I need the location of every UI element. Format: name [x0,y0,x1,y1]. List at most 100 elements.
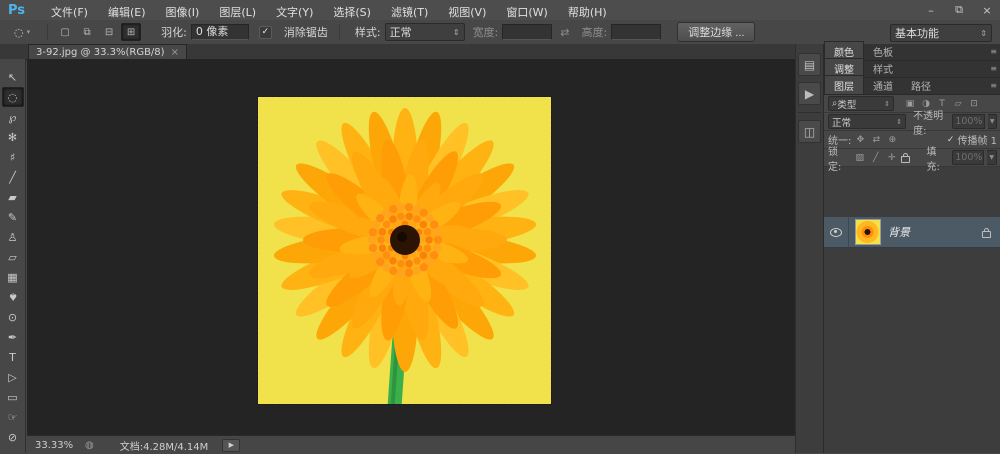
blur-tool[interactable]: ♠ [2,287,24,307]
rectangle-tool[interactable]: ▭ [2,387,24,407]
pen-tool[interactable]: ✒ [2,327,24,347]
menu-items: 文件(F)编辑(E)图像(I)图层(L)文字(Y)选择(S)滤镜(T)视图(V)… [41,1,617,20]
elliptical-marquee-icon: ◌ [14,26,24,39]
zoom-level-field[interactable]: 33.33% [35,440,85,451]
lock-icon-2[interactable]: ✛ [886,153,898,163]
refine-edge-button[interactable]: 调整边缘 ... [677,22,755,42]
workspace-value: 基本功能 [895,25,939,41]
chevron-down-icon[interactable]: ▼ [987,150,997,165]
intersect-selection-button[interactable]: ⊞ [121,23,141,41]
menu-item-6[interactable]: 滤镜(T) [381,6,438,19]
brush-tool[interactable]: ✎ [2,207,24,227]
tab-paths[interactable]: 路径 [902,76,940,94]
tab-swatches[interactable]: 色板 [864,42,902,60]
unify-icon-2[interactable]: ⊕ [886,135,898,145]
opacity-input[interactable]: 100% [952,114,985,129]
filter-icon-4[interactable]: ⊡ [967,99,981,109]
panel-menu-icon[interactable]: ≡ [990,64,997,73]
subtract-from-selection-button[interactable]: ⊟ [99,23,119,41]
tool-preset-picker[interactable]: ◌ ▾ [14,26,30,39]
propagate-frame-checkbox[interactable]: ✓ 传播帧 1 [947,132,997,147]
layers-panel-tabs: 图层 通道 路径 ≡ [824,78,1000,95]
path-selection-tool[interactable]: ▷ [2,367,24,387]
blend-mode-select[interactable]: 正常 ⇕ [828,114,906,129]
history-panel-icon[interactable]: ▤ [798,53,821,76]
gradient-tool[interactable]: ▦ [2,267,24,287]
layer-filter-select[interactable]: ⌕ 类型 ⇕ [828,96,894,111]
divider [339,24,340,40]
width-input[interactable] [502,24,552,40]
height-label: 高度: [582,24,608,40]
tab-close-icon[interactable]: × [171,47,179,58]
close-button[interactable]: × [980,4,994,17]
menu-bar: Ps 文件(F)编辑(E)图像(I)图层(L)文字(Y)选择(S)滤镜(T)视图… [0,0,1000,21]
workspace-select[interactable]: 基本功能 ⇕ [890,24,992,42]
eyedropper-tool[interactable]: ╱ [2,167,24,187]
actions-panel-icon[interactable]: ▶ [798,82,821,105]
tab-channels[interactable]: 通道 [864,76,902,94]
lock-all-icon[interactable] [901,156,910,163]
menu-item-1[interactable]: 编辑(E) [98,6,156,19]
layers-filter-row: ⌕ 类型 ⇕ ▣◑T▱⊡ [824,95,1000,113]
divider [47,24,48,40]
menu-item-7[interactable]: 视图(V) [438,6,496,19]
minimize-button[interactable]: – [924,4,938,17]
panel-menu-icon[interactable]: ≡ [990,47,997,56]
clone-stamp-tool[interactable]: ♙ [2,227,24,247]
zoom-tool[interactable]: ⊘ [2,427,24,447]
menu-item-3[interactable]: 图层(L) [209,6,266,19]
unify-icon-0[interactable]: ✥ [854,135,866,145]
menu-item-0[interactable]: 文件(F) [41,6,98,19]
chevron-down-icon[interactable]: ▼ [988,114,997,129]
swap-dimensions-icon[interactable]: ⇄ [560,26,569,39]
style-select[interactable]: 正常 ⇕ [385,23,465,41]
document-tab[interactable]: 3-92.jpg @ 33.3%(RGB/8) × [28,44,187,59]
menu-item-8[interactable]: 窗口(W) [496,6,557,19]
lock-icon-0[interactable]: ▨ [854,153,866,163]
canvas-pasteboard[interactable] [27,59,795,435]
magic-wand-tool[interactable]: ✻ [2,127,24,147]
tab-styles[interactable]: 样式 [864,59,902,77]
add-to-selection-button[interactable]: ⧉ [77,23,97,41]
feather-label: 羽化: [161,24,187,40]
menu-item-5[interactable]: 选择(S) [323,6,381,19]
filter-icon-3[interactable]: ▱ [951,99,965,109]
antialias-checkbox[interactable]: ✓ [259,26,272,39]
menu-item-9[interactable]: 帮助(H) [558,6,617,19]
document-canvas[interactable] [258,97,551,404]
properties-panel-icon[interactable]: ◫ [798,120,821,143]
panel-menu-icon[interactable]: ≡ [990,81,997,90]
visibility-cell[interactable] [824,217,849,247]
crop-tool[interactable]: ♯ [2,147,24,167]
menu-item-2[interactable]: 图像(I) [156,6,210,19]
type-tool[interactable]: T [2,347,24,367]
restore-button[interactable]: ⧉ [952,3,966,17]
eraser-tool[interactable]: ▱ [2,247,24,267]
filter-type-label: 类型 [837,97,856,111]
fill-input[interactable]: 100% [952,150,984,165]
unify-icon-1[interactable]: ⇄ [870,135,882,145]
style-value: 正常 [390,24,412,40]
move-tool[interactable]: ↖ [2,67,24,87]
healing-brush-tool[interactable]: ▰ [2,187,24,207]
layer-row-background[interactable]: 背景 [824,217,1000,248]
height-input[interactable] [611,24,661,40]
flower-image [258,97,551,404]
opacity-label: 不透明度: [913,107,949,137]
chevron-updown-icon: ⇕ [880,100,890,108]
status-expand-button[interactable]: ▶ [222,439,240,452]
document-tab-strip: 3-92.jpg @ 33.3%(RGB/8) × [0,44,795,60]
dodge-tool[interactable]: ⊙ [2,307,24,327]
antialias-label: 消除锯齿 [284,24,328,40]
lock-icon-1[interactable]: ╱ [870,153,882,163]
new-selection-button[interactable]: ▢ [55,23,75,41]
layer-thumbnail[interactable] [855,219,881,245]
chevron-updown-icon: ⇕ [892,118,902,126]
blend-mode-value: 正常 [832,115,851,129]
lasso-tool[interactable]: ℘ [2,107,24,127]
feather-input[interactable]: 0 像素 [191,24,249,40]
elliptical-marquee-tool[interactable]: ◌ [2,87,24,107]
hand-tool[interactable]: ☞ [2,407,24,427]
tab-layers[interactable]: 图层 [824,75,864,94]
menu-item-4[interactable]: 文字(Y) [266,6,323,19]
